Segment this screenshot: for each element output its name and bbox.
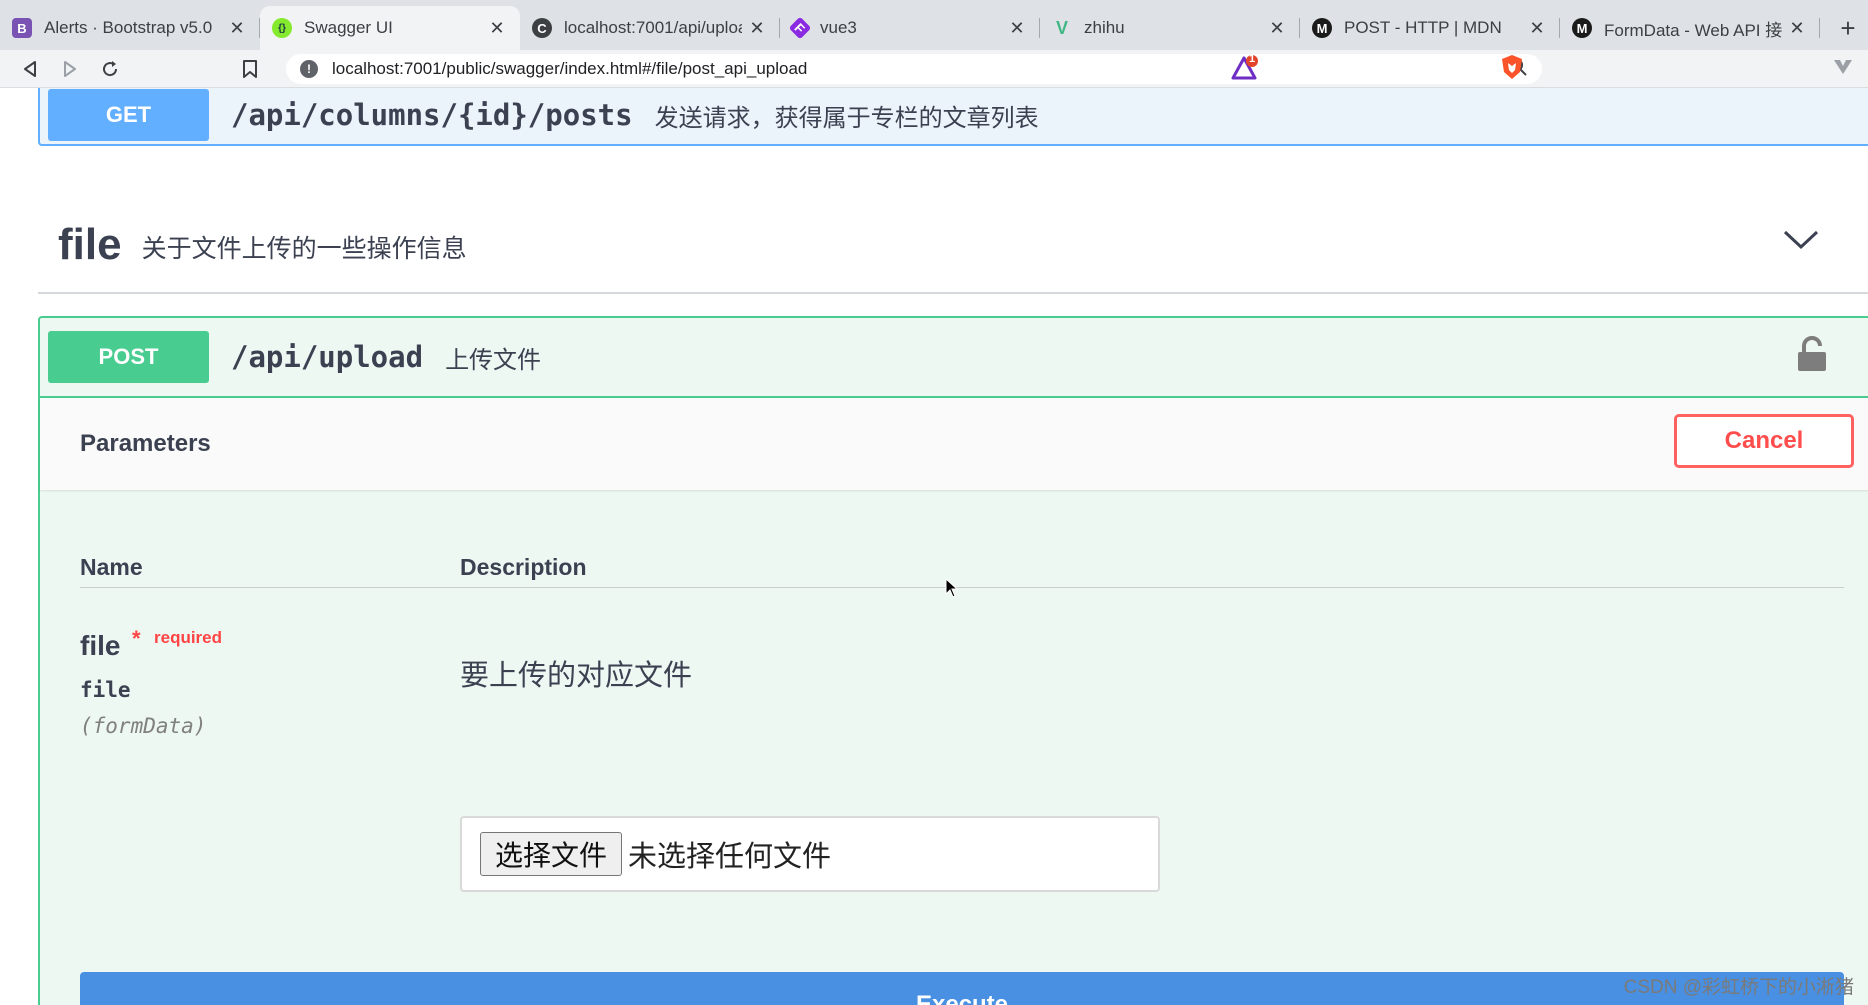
operation-summary: 上传文件 [445, 346, 542, 374]
parameters-title: Parameters [80, 430, 211, 457]
tag-section-file[interactable]: file 关于文件上传的一些操作信息 [38, 198, 1868, 294]
forward-icon[interactable] [50, 52, 90, 86]
lock-icon[interactable] [1796, 336, 1828, 377]
file-status-text: 未选择任何文件 [628, 841, 832, 873]
chevron-down-icon[interactable] [1782, 228, 1820, 257]
close-icon[interactable]: ✕ [1008, 18, 1026, 39]
post-operation-block: POST /api/upload 上传文件 Parameters Cancel … [38, 316, 1868, 1005]
method-badge-get: GET [48, 89, 209, 141]
tab-title: Swagger UI [304, 18, 393, 37]
toolbar-extensions: 1 [1231, 53, 1854, 85]
post-operation-summary[interactable]: POST /api/upload 上传文件 [40, 318, 1868, 398]
bootstrap-icon: B [12, 18, 32, 38]
column-header-description: Description [460, 554, 587, 580]
bookmark-icon[interactable] [230, 52, 270, 86]
choose-file-button[interactable]: 选择文件 [480, 832, 623, 876]
mdn-icon: M [1312, 18, 1332, 38]
tag-name: file [58, 220, 122, 269]
rewards-badge: 1 [1249, 53, 1256, 65]
tab-title: localhost:7001/api/uploa [564, 18, 742, 37]
mouse-cursor-icon [945, 577, 959, 603]
tab-title: Alerts · Bootstrap v5.0 [44, 18, 213, 37]
operation-summary: 发送请求，获得属于专栏的文章列表 [654, 104, 1039, 132]
tab-bootstrap-alerts[interactable]: B Alerts · Bootstrap v5.0 ✕ [0, 6, 260, 50]
vue-icon: V [1055, 17, 1068, 38]
cancel-button[interactable]: Cancel [1674, 414, 1854, 468]
required-star: * [132, 626, 141, 651]
brave-rewards-icon[interactable]: 1 [1230, 53, 1260, 87]
parameter-description: 要上传的对应文件 [460, 660, 693, 692]
url-text: localhost:7001/public/swagger/index.html… [332, 59, 808, 78]
swagger-icon: {} [272, 18, 292, 38]
required-label: required [154, 628, 223, 647]
extensions-menu-icon[interactable] [1832, 58, 1854, 81]
parameter-type: file [80, 678, 131, 702]
new-tab-icon[interactable]: + [1828, 6, 1868, 50]
back-icon[interactable] [10, 52, 50, 86]
close-icon[interactable]: ✕ [1268, 18, 1286, 39]
tab-mdn-formdata[interactable]: M FormData - Web API 接口 ✕ [1560, 6, 1820, 50]
tab-title: zhihu [1084, 18, 1125, 37]
close-icon[interactable]: ✕ [488, 18, 506, 39]
info-icon[interactable]: ! [300, 60, 318, 78]
parameters-table-header: Name Description [80, 526, 1844, 588]
reload-icon[interactable] [90, 52, 130, 86]
close-icon[interactable]: ✕ [228, 18, 246, 39]
tab-title: POST - HTTP | MDN [1344, 18, 1502, 37]
brave-shield-icon[interactable] [1500, 54, 1524, 85]
address-bar[interactable]: ! localhost:7001/public/swagger/index.ht… [286, 54, 1542, 84]
close-icon[interactable]: ✕ [1528, 18, 1546, 39]
column-header-name: Name [80, 554, 143, 580]
tab-swagger-ui[interactable]: {} Swagger UI ✕ [260, 6, 520, 50]
tab-mdn-post[interactable]: M POST - HTTP | MDN ✕ [1300, 6, 1560, 50]
vue-form-icon: F [788, 16, 812, 40]
swagger-content: GET /api/columns/{id}/posts 发送请求，获得属于专栏的… [0, 88, 1868, 1005]
tab-strip: B Alerts · Bootstrap v5.0 ✕ {} Swagger U… [0, 0, 1868, 50]
parameter-row-file: file * required file (formData) 要上传的对应文件 [80, 618, 1844, 818]
tab-zhihu[interactable]: V zhihu ✕ [1040, 6, 1300, 50]
browser-toolbar: ! localhost:7001/public/swagger/index.ht… [0, 50, 1868, 88]
parameter-location: (formData) [80, 714, 207, 738]
method-badge-post: POST [48, 331, 209, 383]
operation-path: /api/columns/{id}/posts [231, 98, 633, 132]
close-icon[interactable]: ✕ [1788, 18, 1806, 39]
tag-description: 关于文件上传的一些操作信息 [141, 235, 467, 263]
operation-path: /api/upload [231, 340, 424, 374]
tab-title: vue3 [820, 18, 857, 37]
parameter-name: file [80, 630, 121, 661]
tab-title: FormData - Web API 接口 [1604, 20, 1782, 40]
tab-localhost-upload[interactable]: C localhost:7001/api/uploa ✕ [520, 6, 780, 50]
watermark: CSDN @彩虹桥下的小淅猪 [1623, 977, 1854, 998]
execute-button[interactable]: Execute [80, 972, 1844, 1005]
get-operation-block[interactable]: GET /api/columns/{id}/posts 发送请求，获得属于专栏的… [38, 88, 1868, 146]
parameters-header: Parameters Cancel [40, 398, 1868, 490]
file-input[interactable]: 选择文件 未选择任何文件 [460, 816, 1160, 892]
globe-icon: C [532, 18, 552, 38]
mdn-icon: M [1572, 18, 1592, 38]
close-icon[interactable]: ✕ [748, 18, 766, 39]
tab-vue3[interactable]: F vue3 ✕ [780, 6, 1040, 50]
